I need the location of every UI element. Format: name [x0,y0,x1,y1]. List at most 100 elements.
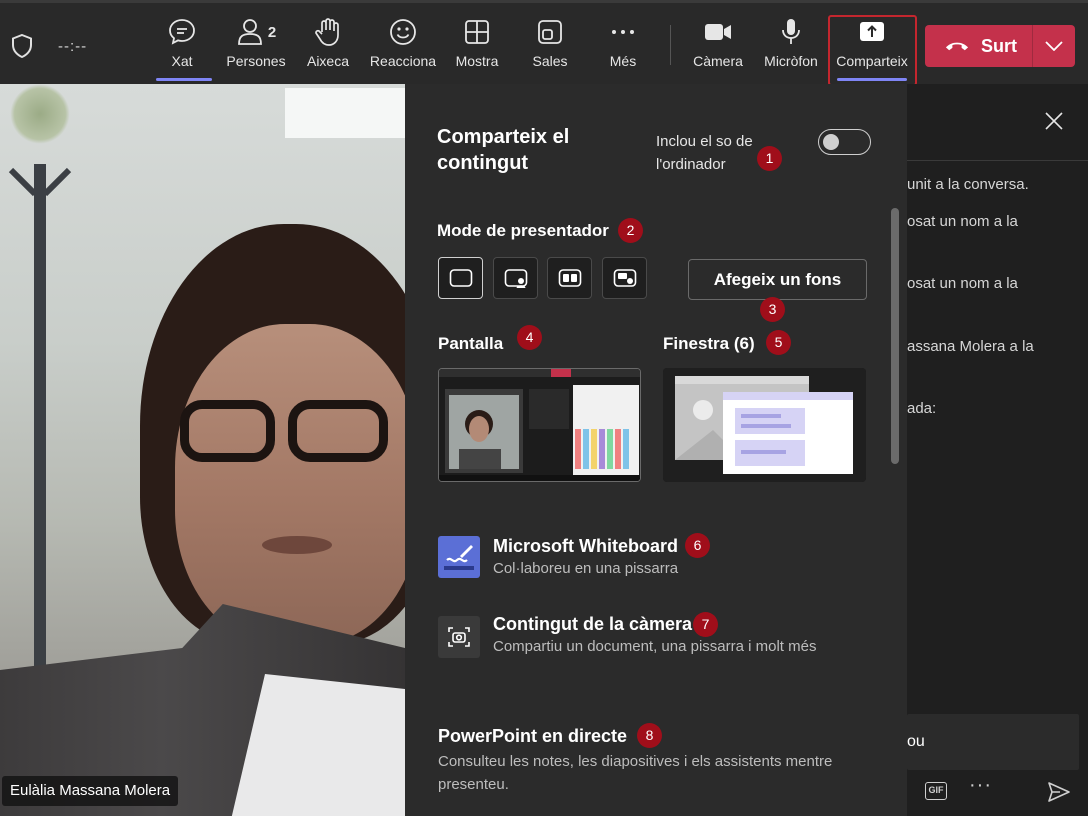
presenter-mode-reporter[interactable] [602,257,647,299]
side-by-side-icon [558,269,581,287]
chevron-down-icon [1045,41,1063,51]
close-icon[interactable] [1045,112,1063,130]
microphone-button[interactable]: Micròfon [761,17,821,79]
chat-message: osat un nom a la [907,213,1018,230]
microphone-icon [782,19,800,44]
grid-icon [465,20,489,44]
camera-content-icon [438,616,480,658]
video-camera-icon [705,24,731,40]
screen-share-thumbnail[interactable] [438,368,641,482]
presenter-mode-side-by-side[interactable] [547,257,592,299]
view-button[interactable]: Mostra [452,17,502,79]
people-button[interactable]: 2 Persones [226,17,286,79]
raise-hand-icon [315,18,339,46]
screen-heading: Pantalla [438,334,504,353]
coat-rack [34,164,46,684]
callout-badge-6: 6 [685,533,710,558]
breakout-rooms-icon [538,20,562,44]
glasses-right [288,400,388,462]
window-heading: Finestra (6) [663,334,755,353]
hang-up-phone-icon [945,42,969,50]
plant-leaves [10,84,70,144]
meeting-timer: --:-- [58,38,88,55]
microphone-label: Micròfon [764,53,818,69]
share-label: Comparteix [836,53,908,69]
breakout-rooms-button[interactable]: Sales [528,17,572,79]
view-label: Mostra [455,53,499,69]
gif-button[interactable]: GIF [925,782,947,800]
share-active-indicator [837,78,907,81]
chat-compose-text: ou [907,733,925,750]
chat-header [907,84,1088,161]
window-share-thumbnail[interactable] [663,368,866,482]
shield-icon[interactable] [11,34,33,58]
reporter-icon [613,269,636,287]
presenter-mode-standout[interactable] [493,257,538,299]
whiteboard-subtitle: Col·laboreu en una pissarra [493,560,679,577]
toggle-knob [823,134,839,150]
leave-button-group: Surt [925,25,1075,67]
callout-badge-1: 1 [757,146,782,171]
person-face [175,324,405,644]
camera-content-title: Contingut de la càmera [493,614,693,634]
whiteboard-icon [438,536,480,578]
leave-options-dropdown[interactable] [1033,25,1075,67]
callout-badge-7: 7 [693,612,718,637]
powerpoint-live-subtitle: Consulteu les notes, les diapositives i … [438,753,833,793]
window-preview-image [663,368,866,482]
camera-button[interactable]: Càmera [692,17,744,79]
callout-badge-8: 8 [637,723,662,748]
people-count: 2 [267,23,277,41]
presenter-mode-content-only[interactable] [438,257,483,299]
participant-video [0,84,405,816]
chat-message: ada: [907,400,937,417]
share-screen-icon [860,22,884,41]
callout-badge-4: 4 [517,325,542,350]
more-button[interactable]: Més [603,17,643,79]
coat-rack-arm [42,167,72,197]
desktop-preview-image [439,369,640,481]
toolbar-divider [670,25,671,65]
react-label: Reacciona [369,53,437,69]
more-dots-icon [612,30,634,34]
coat-rack-arm [8,167,38,197]
content-only-icon [449,269,472,287]
chat-button[interactable]: Xat [157,17,207,79]
leave-button[interactable]: Surt [925,25,1032,67]
flyout-scrollbar[interactable] [891,208,899,464]
callout-badge-2: 2 [618,218,643,243]
presenter-mode-heading: Mode de presentador [437,221,609,240]
more-label: Més [609,53,637,69]
send-icon[interactable] [1047,780,1071,804]
person-mouth [262,536,332,554]
share-content-flyout: Comparteix el contingut Inclou el so de … [405,84,907,816]
chat-message: osat un nom a la [907,275,1018,292]
share-button[interactable]: Comparteix [834,17,910,79]
whiteboard-title: Microsoft Whiteboard [493,536,678,556]
glasses-left [180,400,275,462]
leave-label: Surt [981,35,1017,56]
chat-panel: unit a la conversa. osat un nom a la osa… [907,84,1088,816]
chat-compose-input[interactable]: ou [907,714,1079,770]
more-options-icon[interactable]: ··· [969,774,992,797]
chat-message: assana Molera a la [907,338,1034,355]
window-light [285,88,405,138]
whiteboard-option[interactable]: Microsoft Whiteboard Col·laboreu en una … [438,536,878,582]
raise-hand-button[interactable]: Aixeca [303,17,353,79]
include-sound-toggle[interactable] [818,129,871,155]
powerpoint-live-title: PowerPoint en directe [438,726,628,746]
chat-message: unit a la conversa. [907,176,1029,193]
smiley-icon [390,19,416,45]
camera-content-option[interactable]: Contingut de la càmera Compartiu un docu… [438,614,878,660]
breakout-rooms-label: Sales [532,53,568,69]
callout-badge-5: 5 [766,330,791,355]
people-icon [237,19,262,45]
participant-name-tag: Eulàlia Massana Molera [2,776,179,806]
standout-icon [504,269,527,288]
include-sound-label: Inclou el so de l'ordinador [656,133,753,173]
chat-label: Xat [171,53,193,69]
add-background-button[interactable]: Afegeix un fons [688,259,867,300]
react-button[interactable]: Reacciona [369,17,437,79]
chat-compose-toolbar: GIF ··· [907,770,1088,816]
share-panel-title: Comparteix el contingut [437,126,570,174]
